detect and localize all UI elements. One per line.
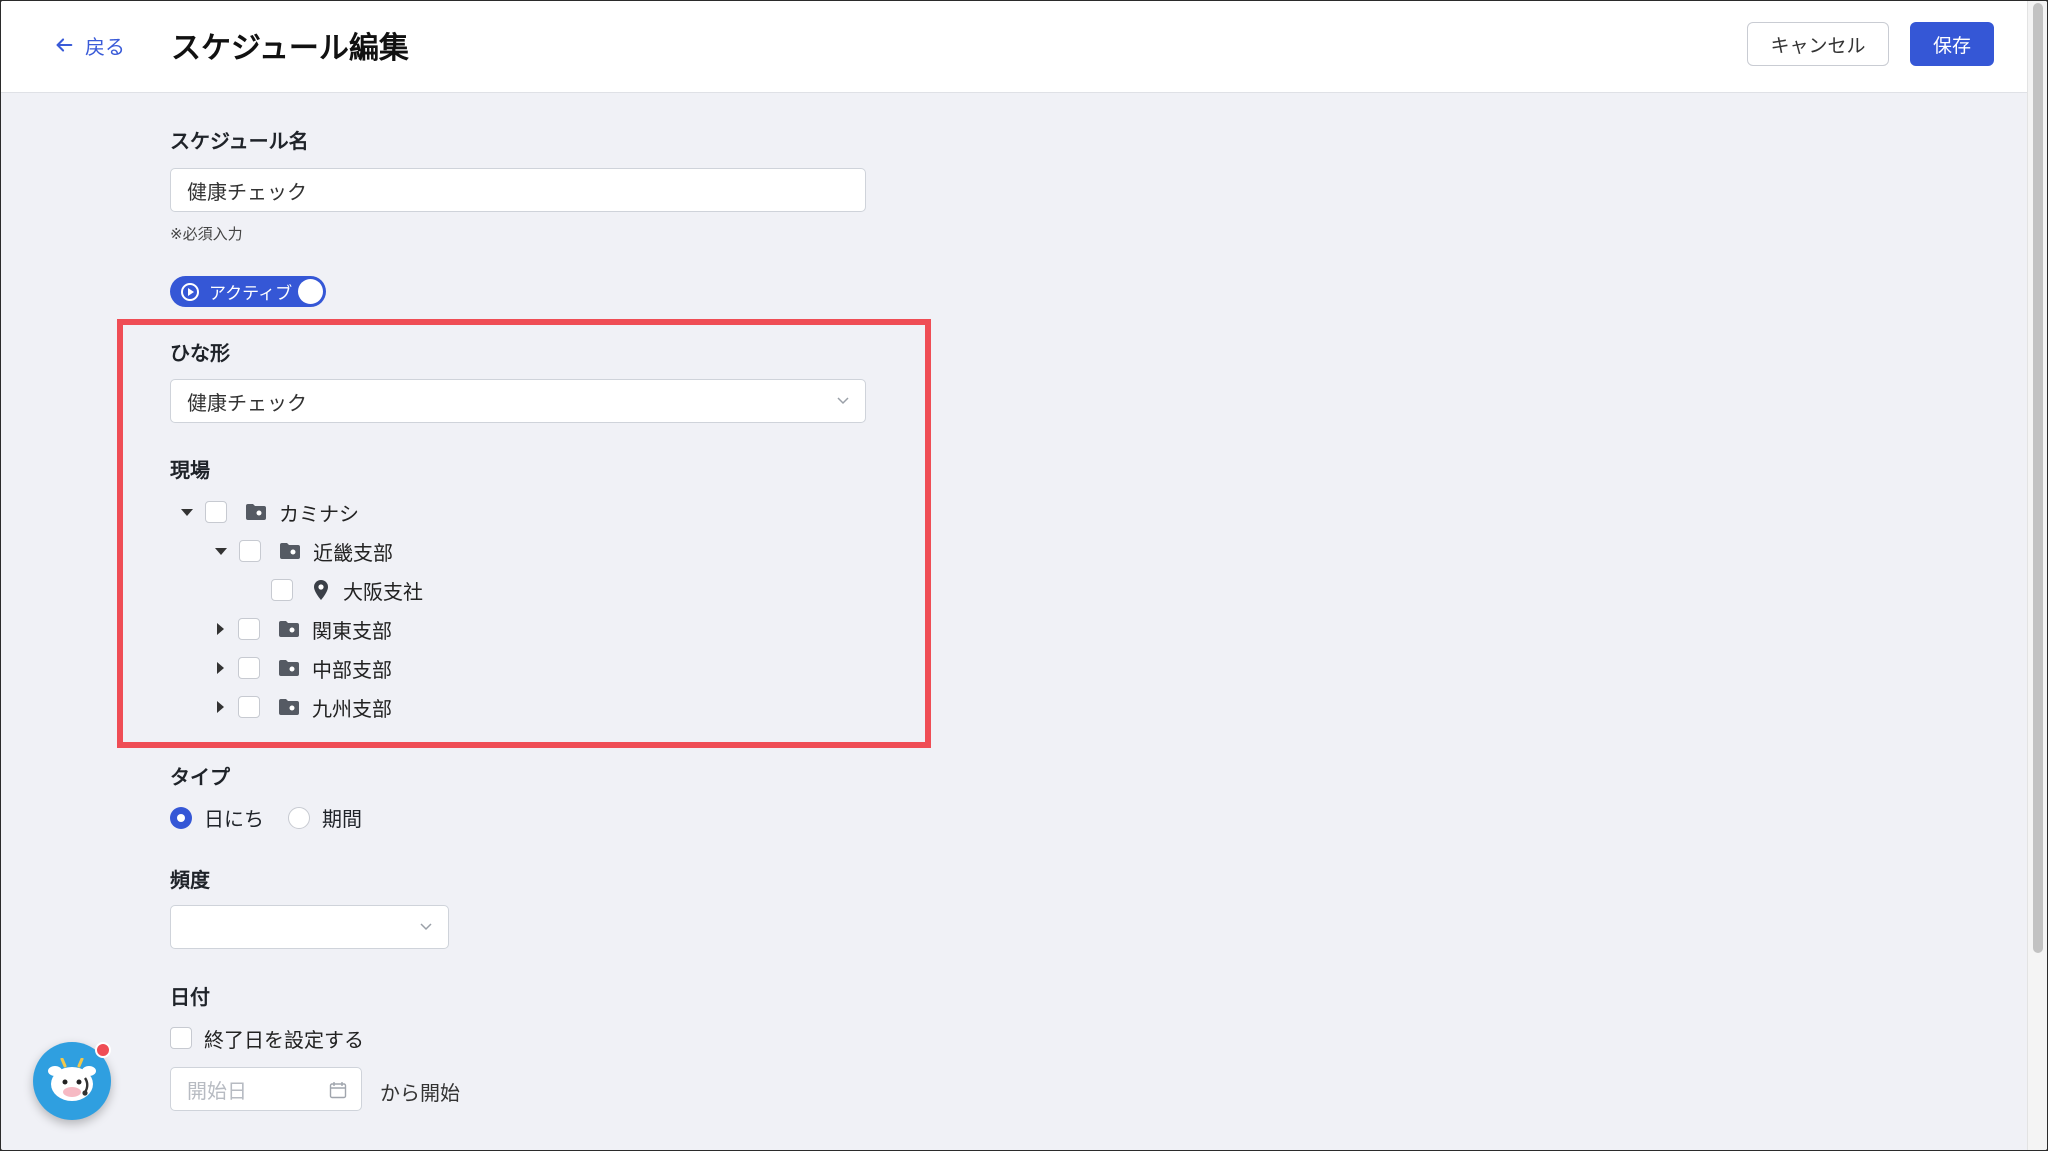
end-date-checkbox-label: 終了日を設定する <box>204 1027 364 1052</box>
folder-icon <box>279 660 299 676</box>
chevron-down-icon <box>420 923 432 931</box>
tree-item-chubu: 中部支部 <box>217 653 392 683</box>
tree-checkbox[interactable] <box>238 696 260 718</box>
folder-icon <box>280 543 300 559</box>
toggle-knob <box>298 279 323 304</box>
schedule-name-input[interactable]: 健康チェック <box>170 168 866 212</box>
folder-icon <box>279 621 299 637</box>
start-date-input[interactable]: 開始日 <box>170 1067 362 1111</box>
location-pin-icon <box>314 580 328 600</box>
end-date-option: 終了日を設定する <box>170 1023 364 1053</box>
chevron-down-icon <box>837 397 849 405</box>
back-link[interactable]: 戻る <box>53 29 125 61</box>
save-button[interactable]: 保存 <box>1910 22 1994 66</box>
radio-day-label: 日にち <box>204 807 264 831</box>
chatbot-button[interactable] <box>33 1042 111 1120</box>
active-toggle-label: アクティブ <box>209 284 293 304</box>
page-title: スケジュール編集 <box>171 31 409 66</box>
cow-mascot-icon <box>48 1058 96 1101</box>
caret-right-icon[interactable] <box>217 623 224 635</box>
folder-icon <box>279 699 299 715</box>
tree-checkbox[interactable] <box>205 501 227 523</box>
frequency-label: 頻度 <box>170 868 210 892</box>
schedule-name-value: 健康チェック <box>187 179 307 204</box>
tree-checkbox[interactable] <box>238 657 260 679</box>
back-label: 戻る <box>85 34 125 59</box>
start-date-placeholder: 開始日 <box>187 1078 247 1103</box>
tree-item-label: 近畿支部 <box>313 540 393 565</box>
arrow-left-icon <box>56 38 73 52</box>
date-label: 日付 <box>170 985 210 1009</box>
tree-item-label: 九州支部 <box>312 696 392 721</box>
tree-item-kinki: 近畿支部 <box>215 536 393 566</box>
tree-item-kyushu: 九州支部 <box>217 692 392 722</box>
required-hint: ※必須入力 <box>170 225 243 243</box>
start-suffix: から開始 <box>380 1081 460 1105</box>
radio-period[interactable] <box>288 806 310 829</box>
tree-item-osaka: 大阪支社 <box>271 575 423 605</box>
frequency-select[interactable] <box>170 905 449 949</box>
type-radio-group: 日にち 期間 <box>170 803 362 832</box>
caret-right-icon[interactable] <box>217 662 224 674</box>
tree-item-label: 関東支部 <box>312 618 392 643</box>
tree-item-kanto: 関東支部 <box>217 614 392 644</box>
end-date-checkbox[interactable] <box>170 1027 192 1049</box>
tree-checkbox[interactable] <box>238 618 260 640</box>
radio-period-label: 期間 <box>322 807 362 831</box>
vertical-scrollbar[interactable] <box>2027 1 2047 1150</box>
cancel-button[interactable]: キャンセル <box>1747 22 1889 66</box>
type-label: タイプ <box>170 765 230 789</box>
tree-checkbox[interactable] <box>239 540 261 562</box>
tree-checkbox[interactable] <box>271 579 293 601</box>
template-select[interactable]: 健康チェック <box>170 379 866 423</box>
active-toggle[interactable]: アクティブ <box>170 276 326 307</box>
template-label: ひな形 <box>170 341 230 365</box>
tree-item-kaminashi: カミナシ <box>181 497 359 527</box>
schedule-name-label: スケジュール名 <box>170 129 309 153</box>
tree-item-label: カミナシ <box>279 501 359 526</box>
calendar-icon <box>329 1082 347 1099</box>
tree-item-label: 中部支部 <box>312 657 392 682</box>
page-header: 戻る スケジュール編集 キャンセル 保存 <box>1 1 2047 93</box>
site-label: 現場 <box>170 458 210 482</box>
notification-dot <box>95 1042 111 1058</box>
tree-item-label: 大阪支社 <box>343 579 423 604</box>
caret-down-icon[interactable] <box>181 508 193 516</box>
template-select-value: 健康チェック <box>187 390 307 415</box>
folder-icon <box>246 504 266 520</box>
radio-day[interactable] <box>170 806 192 829</box>
play-circle-icon <box>181 282 199 301</box>
app-window: 戻る スケジュール編集 キャンセル 保存 スケジュール名 健康チェック ※必須入… <box>1 1 2047 1150</box>
caret-down-icon[interactable] <box>215 547 227 555</box>
scrollbar-thumb[interactable] <box>2033 3 2043 953</box>
caret-right-icon[interactable] <box>217 701 224 713</box>
